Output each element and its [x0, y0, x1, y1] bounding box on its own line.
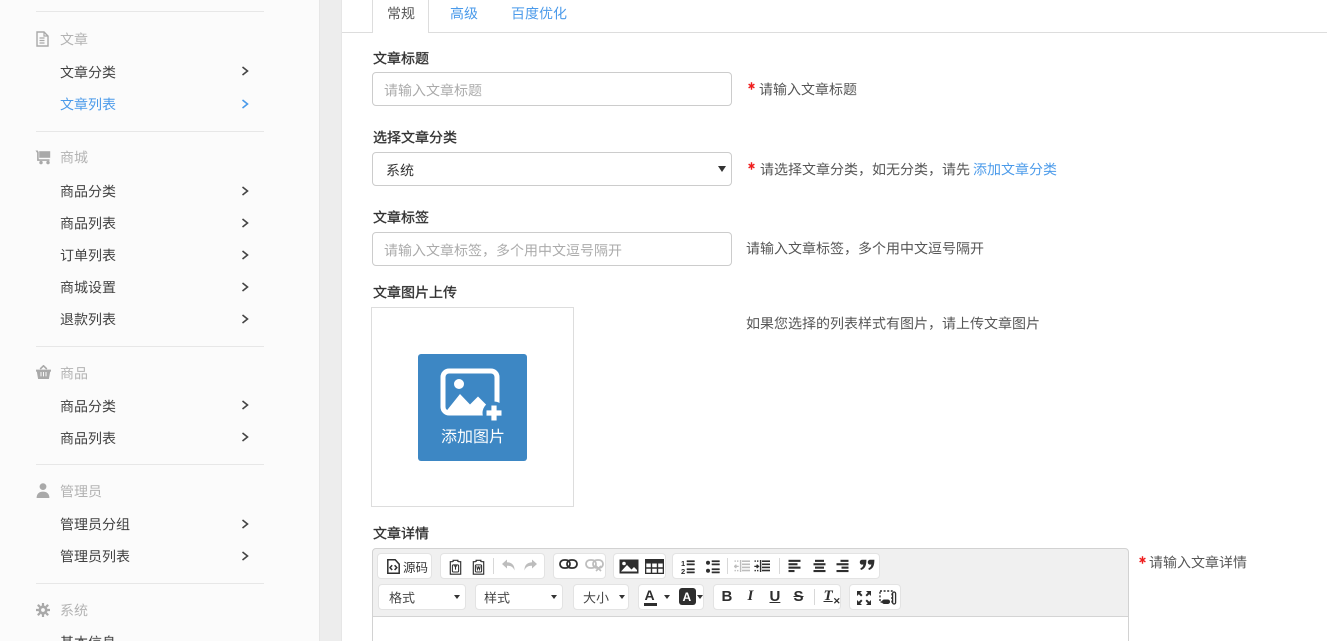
svg-text:2: 2: [681, 566, 685, 573]
